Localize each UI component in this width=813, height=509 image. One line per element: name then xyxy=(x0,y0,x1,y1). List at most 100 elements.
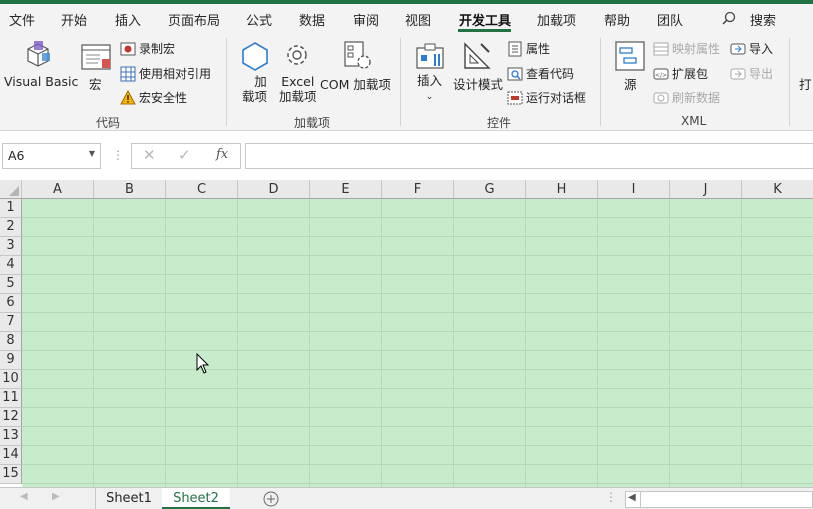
row-header[interactable]: 4 xyxy=(0,256,22,275)
sheet-tab-sheet1[interactable]: Sheet1 xyxy=(95,488,163,509)
row-header[interactable]: 5 xyxy=(0,275,22,294)
horizontal-scrollbar[interactable]: ◀ xyxy=(625,491,813,508)
tab-view[interactable]: 视图 xyxy=(405,10,431,29)
warning-icon xyxy=(120,89,136,104)
tab-review[interactable]: 审阅 xyxy=(353,10,379,29)
export-button[interactable]: 导出 xyxy=(730,65,773,82)
name-box-dropdown-icon[interactable]: ▼ xyxy=(89,149,95,158)
svg-text:</>: </> xyxy=(655,72,667,79)
row-header[interactable]: 1 xyxy=(0,199,22,218)
refresh-data-button[interactable]: 刷新数据 xyxy=(653,89,720,106)
com-addins-icon xyxy=(344,41,371,69)
macro-security-button[interactable]: 宏安全性 xyxy=(120,89,187,106)
addins-icon xyxy=(242,42,268,71)
column-header[interactable]: B xyxy=(94,180,166,199)
column-header[interactable]: F xyxy=(382,180,454,199)
chevron-down-icon: ⌄ xyxy=(425,92,434,102)
scroll-left-arrow-icon[interactable]: ◀ xyxy=(628,492,636,503)
column-header[interactable]: I xyxy=(598,180,670,199)
column-header[interactable]: J xyxy=(670,180,742,199)
record-macro-icon xyxy=(120,42,136,55)
tab-developer[interactable]: 开发工具 xyxy=(459,10,511,29)
row-header[interactable]: 13 xyxy=(0,427,22,446)
visual-basic-button[interactable]: Visual Basic xyxy=(4,74,78,89)
tab-splitter-icon[interactable]: ⋮ xyxy=(605,490,617,504)
excel-addins-button[interactable]: Excel 加载项 xyxy=(279,74,317,104)
record-macro-label: 录制宏 xyxy=(139,42,176,56)
tab-help[interactable]: 帮助 xyxy=(604,10,630,29)
add-sheet-icon[interactable] xyxy=(263,491,279,507)
tab-addins[interactable]: 加载项 xyxy=(537,10,576,29)
properties-icon xyxy=(508,41,522,56)
addins-label-line2: 载项 xyxy=(242,89,268,104)
search-label[interactable]: 搜索 xyxy=(750,10,776,29)
formula-input[interactable] xyxy=(245,143,813,169)
tab-team[interactable]: 团队 xyxy=(657,10,683,29)
formula-buttons: ✕ ✓ fx xyxy=(131,143,241,169)
com-addins-button[interactable]: COM 加载项 xyxy=(320,74,391,93)
group-separator xyxy=(600,38,601,126)
column-header[interactable]: A xyxy=(22,180,94,199)
row-header[interactable]: 7 xyxy=(0,313,22,332)
tab-file[interactable]: 文件 xyxy=(9,10,35,29)
tab-insert[interactable]: 插入 xyxy=(115,10,141,29)
excel-addins-label-line2: 加载项 xyxy=(279,89,317,104)
run-dialog-icon xyxy=(507,91,523,104)
column-header[interactable]: G xyxy=(454,180,526,199)
row-header[interactable]: 15 xyxy=(0,465,22,484)
tab-formulas[interactable]: 公式 xyxy=(246,10,272,29)
column-header[interactable]: E xyxy=(310,180,382,199)
insert-controls-button[interactable]: 插入 ⌄ xyxy=(417,74,442,104)
column-header[interactable]: H xyxy=(526,180,598,199)
cell-area[interactable] xyxy=(22,199,813,487)
macros-button[interactable]: 宏 xyxy=(89,74,102,93)
row-header[interactable]: 12 xyxy=(0,408,22,427)
overflow-group-button[interactable]: 打 xyxy=(799,74,812,93)
use-relative-references-button[interactable]: 使用相对引用 xyxy=(120,65,211,82)
sheet-tab-bar: ◀ ▶ Sheet1 Sheet2 ⋮ ◀ xyxy=(0,487,813,509)
row-header[interactable]: 14 xyxy=(0,446,22,465)
record-macro-button[interactable]: 录制宏 xyxy=(120,40,175,57)
addins-button[interactable]: 加 载项 xyxy=(242,74,273,104)
select-all-corner[interactable] xyxy=(0,180,22,199)
confirm-entry-icon[interactable]: ✓ xyxy=(178,146,191,164)
group-separator xyxy=(789,38,790,126)
scrollbar-divider xyxy=(640,492,641,507)
row-header[interactable]: 11 xyxy=(0,389,22,408)
import-button[interactable]: 导入 xyxy=(730,40,773,57)
search-icon[interactable] xyxy=(722,11,736,25)
design-mode-button[interactable]: 设计模式 xyxy=(453,74,503,93)
run-dialog-button[interactable]: 运行对话框 xyxy=(507,89,586,106)
expansion-packs-label: 扩展包 xyxy=(672,67,709,81)
row-header[interactable]: 3 xyxy=(0,237,22,256)
tab-data[interactable]: 数据 xyxy=(299,10,325,29)
name-box[interactable]: A6 ▼ xyxy=(2,143,101,169)
row-header[interactable]: 8 xyxy=(0,332,22,351)
visual-basic-icon xyxy=(27,41,50,67)
addins-label-line1: 加 xyxy=(254,74,267,89)
expansion-packs-button[interactable]: </> 扩展包 xyxy=(653,65,708,82)
view-code-button[interactable]: 查看代码 xyxy=(507,65,574,82)
tab-home[interactable]: 开始 xyxy=(61,10,87,29)
cancel-entry-icon[interactable]: ✕ xyxy=(143,146,156,164)
insert-controls-icon xyxy=(416,43,444,69)
map-properties-button[interactable]: 映射属性 xyxy=(653,40,720,57)
row-header[interactable]: 6 xyxy=(0,294,22,313)
macro-security-label: 宏安全性 xyxy=(139,91,188,105)
column-header[interactable]: C xyxy=(166,180,238,199)
scroll-sheets-left-icon[interactable]: ◀ xyxy=(20,491,28,502)
row-header[interactable]: 9 xyxy=(0,351,22,370)
row-header[interactable]: 2 xyxy=(0,218,22,237)
xml-source-button[interactable]: 源 xyxy=(624,74,637,93)
formula-bar-grip-icon[interactable]: ⋮ xyxy=(112,148,124,162)
properties-button[interactable]: 属性 xyxy=(507,40,550,57)
tab-page-layout[interactable]: 页面布局 xyxy=(168,10,220,29)
column-header[interactable]: D xyxy=(238,180,310,199)
column-header[interactable]: K xyxy=(742,180,813,199)
sheet-tab-sheet2[interactable]: Sheet2 xyxy=(162,488,230,509)
scroll-sheets-right-icon[interactable]: ▶ xyxy=(52,491,60,502)
insert-function-icon[interactable]: fx xyxy=(216,147,228,162)
export-label: 导出 xyxy=(749,67,774,81)
row-header[interactable]: 10 xyxy=(0,370,22,389)
group-label-code: 代码 xyxy=(96,116,121,130)
